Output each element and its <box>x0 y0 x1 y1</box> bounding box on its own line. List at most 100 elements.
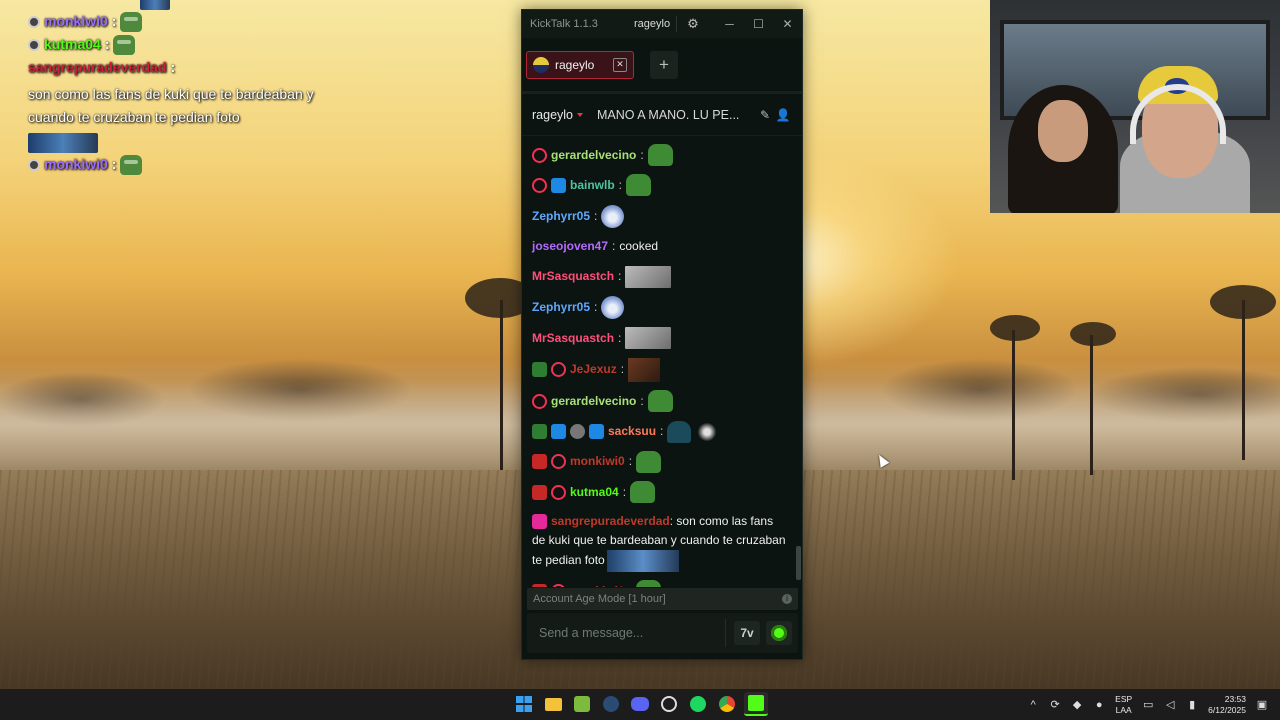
username-separator: : <box>111 156 117 172</box>
bird-emote[interactable] <box>695 421 720 442</box>
chat-message[interactable]: Zephyrr05: <box>532 295 788 319</box>
badge-icon <box>28 158 40 171</box>
badge-icon <box>532 177 547 193</box>
taskbar-apps <box>512 692 768 716</box>
kicktalk-titlebar[interactable]: KickTalk 1.1.3 rageylo ⚙ ─ ☐ ✕ <box>522 10 802 38</box>
kick-icon[interactable] <box>744 692 768 716</box>
chat-username[interactable]: gerardelvecino <box>551 392 636 411</box>
chat-username[interactable]: MrSasquastch <box>532 329 614 348</box>
chat-message[interactable]: MrSasquastch: <box>532 265 788 288</box>
chat-username[interactable]: joseojoven47 <box>532 237 608 256</box>
battery-icon[interactable]: ▮ <box>1186 699 1198 711</box>
pepe-emote <box>120 154 143 175</box>
channel-name[interactable]: rageylo <box>532 108 573 122</box>
chat-username[interactable]: gerardelvecino <box>551 146 636 165</box>
pepe-emote[interactable] <box>626 174 652 197</box>
pepe-emote[interactable] <box>647 390 673 413</box>
pepe-emote[interactable] <box>647 144 673 166</box>
chat-username[interactable]: Zephyrr05 <box>532 298 590 317</box>
spotify-icon[interactable] <box>686 692 710 716</box>
overlay-chat-line: monkiwi0: <box>28 153 358 176</box>
chat-message[interactable]: Zephyrr05: <box>532 204 788 228</box>
chat-message[interactable]: gerardelvecino: <box>532 390 788 413</box>
chat-username[interactable]: sacksuu <box>608 422 656 441</box>
username-separator: : <box>111 13 117 29</box>
tab-rageylo[interactable]: rageylo ✕ <box>526 50 634 79</box>
chat-username[interactable]: sangrepuradeverdad <box>551 514 670 528</box>
language-indicator[interactable]: ESP LAA <box>1115 694 1132 716</box>
network-icon[interactable]: ▭ <box>1142 699 1154 711</box>
7tv-emote-picker-icon[interactable]: 7v <box>734 621 760 645</box>
pin-icon[interactable]: ✎ <box>756 108 774 122</box>
settings-gear-icon[interactable]: ⚙ <box>687 17 701 31</box>
chat-message[interactable]: JeJexuz: <box>532 357 788 382</box>
volume-icon[interactable]: ◁ <box>1164 699 1176 711</box>
chat-mode-label: Account Age Mode [1 hour] <box>533 593 666 605</box>
minimize-button[interactable]: ─ <box>715 10 744 38</box>
chat-message[interactable]: joseojoven47: cooked <box>532 236 788 257</box>
ghost-emote[interactable] <box>667 420 692 443</box>
chat-message[interactable]: sacksuu: <box>532 420 788 443</box>
add-tab-button[interactable]: + <box>650 50 678 79</box>
badge-icon <box>551 583 566 587</box>
pepe-emote[interactable] <box>636 580 662 587</box>
chevron-up-icon[interactable]: ^ <box>1027 699 1039 711</box>
round-emote[interactable] <box>601 204 625 228</box>
steam-icon[interactable] <box>599 692 623 716</box>
user-list-icon[interactable]: 👤 <box>774 108 792 122</box>
current-user-label[interactable]: rageylo <box>628 16 678 32</box>
wallpaper-tree-canopy <box>1210 285 1276 319</box>
security-icon[interactable]: ◆ <box>1071 699 1083 711</box>
chat-message[interactable]: monkiwi0: <box>532 580 788 587</box>
photo-emote[interactable] <box>625 265 672 288</box>
message-input[interactable] <box>539 626 725 640</box>
close-window-button[interactable]: ✕ <box>773 10 802 38</box>
pepe-emote[interactable] <box>630 481 656 504</box>
maximize-button[interactable]: ☐ <box>744 10 773 38</box>
notification-icon[interactable]: ▣ <box>1256 699 1268 711</box>
clock[interactable]: 23:53 6/12/2025 <box>1208 694 1246 716</box>
round-emote[interactable] <box>601 295 625 319</box>
chat-message[interactable]: MrSasquastch: <box>532 327 788 350</box>
info-icon[interactable]: i <box>782 594 792 604</box>
windows-start-icon[interactable] <box>512 692 536 716</box>
chat-username[interactable]: monkiwi0 <box>570 582 625 587</box>
kick-emote-picker-icon[interactable] <box>766 621 792 645</box>
obs-icon[interactable] <box>657 692 681 716</box>
file-explorer-icon[interactable] <box>541 692 565 716</box>
badge-icon <box>532 484 547 500</box>
pepe-emote <box>120 11 143 32</box>
discord-icon[interactable] <box>628 692 652 716</box>
chat-mode-bar: Account Age Mode [1 hour] i <box>527 588 798 610</box>
overlay-chat-partial-line <box>28 0 358 10</box>
chat-username[interactable]: Zephyrr05 <box>532 207 590 226</box>
chat-username[interactable]: bainwlb <box>570 176 615 195</box>
chat-messages[interactable]: gerardelvecino: bainwlb: Zephyrr05: jose… <box>522 139 798 587</box>
channel-avatar <box>533 56 549 73</box>
chat-message[interactable]: bainwlb: <box>532 174 788 197</box>
chat-scrollbar[interactable] <box>796 546 801 580</box>
tab-close-icon[interactable]: ✕ <box>613 57 627 72</box>
kicktalk-window[interactable]: KickTalk 1.1.3 rageylo ⚙ ─ ☐ ✕ rageylo ✕… <box>521 9 803 660</box>
wallpaper-tree <box>1012 330 1015 480</box>
face-emote[interactable] <box>628 357 661 382</box>
chat-message-text: cooked <box>619 239 659 254</box>
chat-username[interactable]: MrSasquastch <box>532 267 614 286</box>
chat-message[interactable]: sangrepuradeverdad: son como las fans de… <box>532 512 788 572</box>
chat-message[interactable]: monkiwi0: <box>532 450 788 473</box>
chat-message[interactable]: kutma04: <box>532 481 788 504</box>
badge-icon <box>589 424 604 440</box>
badge-icon <box>570 424 585 440</box>
microphone-icon[interactable]: ● <box>1093 699 1105 711</box>
chat-username[interactable]: JeJexuz <box>570 360 617 379</box>
app-icon[interactable] <box>570 692 594 716</box>
chat-username[interactable]: kutma04 <box>570 483 619 502</box>
chrome-icon[interactable] <box>715 692 739 716</box>
wallpaper-tree <box>500 300 503 470</box>
chat-message[interactable]: gerardelvecino: <box>532 144 788 166</box>
photo-emote[interactable] <box>625 327 672 350</box>
pepe-emote[interactable] <box>636 450 662 473</box>
sync-icon[interactable]: ⟳ <box>1049 699 1061 711</box>
chat-username[interactable]: monkiwi0 <box>570 452 625 471</box>
wide-emote[interactable] <box>606 549 679 572</box>
